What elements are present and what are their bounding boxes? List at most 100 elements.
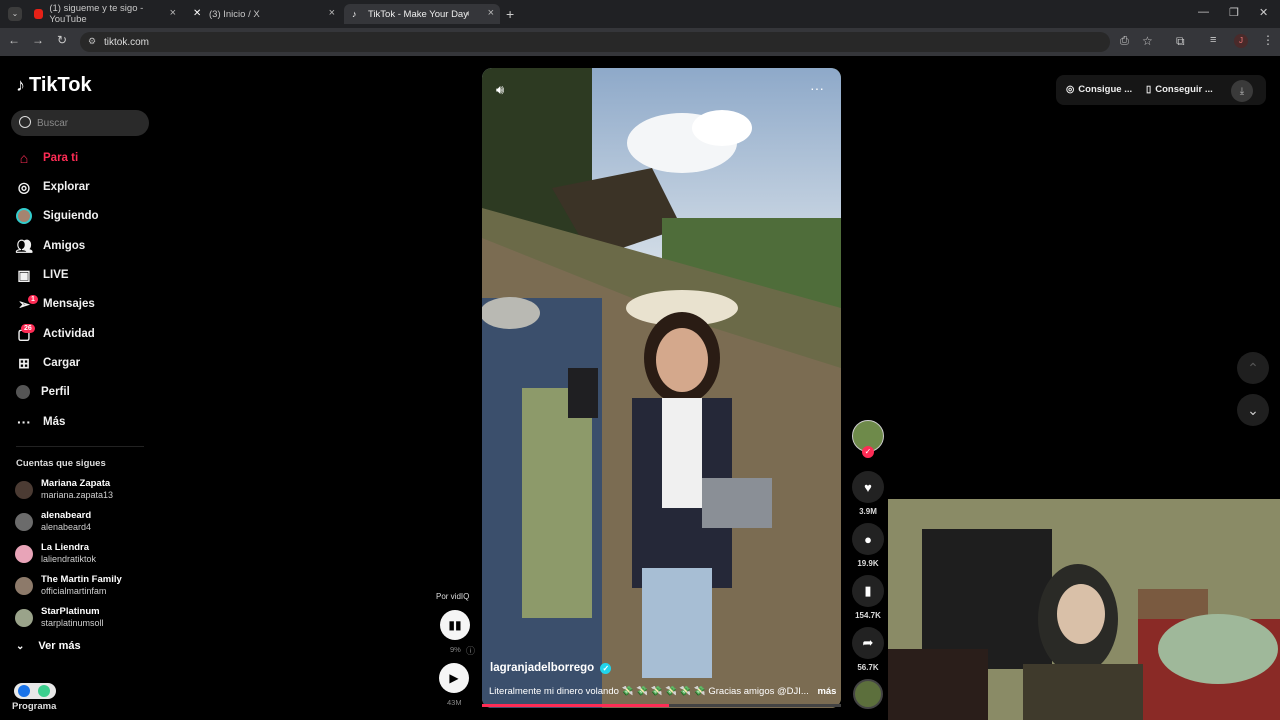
program-toggle[interactable] [14, 683, 56, 699]
close-tab-icon[interactable]: × [170, 7, 176, 19]
activity-badge: 26 [21, 324, 35, 333]
forward-button[interactable]: → [30, 33, 46, 47]
next-video-button[interactable]: ⌄ [1237, 394, 1269, 426]
get-app-button[interactable]: ▯ Conseguir ... [1146, 84, 1213, 95]
video-player[interactable]: 🔊︎ ··· [482, 68, 841, 708]
bookmark-star-icon[interactable]: ☆ [1142, 34, 1153, 48]
tiktok-note-icon: ♪ [16, 75, 25, 95]
friends-icon: 👥︎ [15, 237, 33, 254]
x-icon: ✕ [193, 8, 202, 19]
live-icon: ▣ [17, 266, 31, 283]
save-button[interactable]: ▮ [852, 575, 884, 607]
previous-video-button[interactable]: ⌃ [1237, 352, 1269, 384]
tab-audio-icon[interactable]: 🔈︎ [466, 8, 471, 19]
restore-button[interactable]: ❐ [1229, 6, 1239, 19]
close-tab-icon[interactable]: × [488, 7, 494, 19]
tab-list-button[interactable]: ⌄ [8, 7, 22, 21]
extensions-icon[interactable]: ⧉ [1176, 34, 1185, 49]
nav-explorar[interactable]: ◎ Explorar [16, 177, 90, 197]
like-count: 3.9M [859, 507, 877, 516]
install-app-icon[interactable]: ⎙ [1120, 35, 1129, 48]
following-account[interactable]: The Martin Family officialmartinfam [15, 572, 155, 600]
address-bar[interactable]: ⚙ tiktok.com [80, 32, 1110, 52]
chevron-down-icon: ⌄ [1247, 401, 1259, 418]
media-control-icon[interactable]: ≡ [1210, 34, 1216, 46]
following-account[interactable]: Mariana Zapata mariana.zapata13 [15, 476, 155, 504]
tab-youtube[interactable]: (1) sigueme y te sigo - YouTube × [26, 3, 182, 25]
youtube-icon [34, 9, 44, 19]
share-button[interactable]: ➦ [852, 627, 884, 659]
avatar [15, 609, 33, 627]
home-icon: ⌂ [19, 150, 29, 166]
save-count: 154.7K [855, 611, 881, 620]
nav-amigos[interactable]: 👥︎ Amigos [15, 236, 85, 256]
search-input[interactable]: Buscar [11, 110, 149, 136]
share-icon: ➦ [862, 635, 874, 650]
tiktok-icon: ♪ [352, 9, 357, 19]
avatar [15, 513, 33, 531]
site-info-icon[interactable]: ⚙ [88, 36, 96, 47]
vidiq-views: 43M [447, 698, 462, 707]
profile-avatar[interactable]: J [1234, 34, 1248, 48]
volume-icon[interactable]: 🔊︎ [496, 82, 504, 98]
play-button[interactable]: ▶ [439, 663, 469, 693]
nav-mas[interactable]: ··· Más [16, 412, 65, 432]
video-username[interactable]: lagranjadelborrego ✓ [490, 662, 612, 674]
video-progress-fill [482, 704, 669, 707]
browser-menu-icon[interactable]: ⋮ [1262, 33, 1274, 47]
chevron-down-icon: ⌄ [16, 640, 25, 652]
following-account[interactable]: StarPlatinum starplatinumsoll [15, 604, 155, 632]
following-avatar-icon [16, 208, 32, 224]
comment-icon: ● [864, 531, 872, 547]
back-button[interactable]: ← [6, 33, 22, 47]
download-icon[interactable]: ⤓ [1231, 80, 1253, 102]
heart-icon: ♥ [864, 479, 872, 495]
like-button[interactable]: ♥ [852, 471, 884, 503]
nav-para-ti[interactable]: ⌂ Para ti [16, 148, 78, 168]
comment-count: 19.9K [857, 559, 879, 568]
phone-icon: ▯ [1146, 84, 1152, 95]
play-icon: ▶ [449, 671, 459, 685]
program-widget[interactable]: Programa [12, 683, 56, 713]
minimize-button[interactable]: — [1198, 6, 1209, 18]
more-options-icon[interactable]: ··· [810, 80, 824, 96]
share-count: 56.7K [857, 663, 879, 672]
see-more-button[interactable]: ⌄ Ver más [16, 640, 81, 652]
info-icon[interactable]: ⓘ [466, 644, 475, 657]
chevron-up-icon: ⌃ [1247, 359, 1259, 376]
close-window-button[interactable]: ✕ [1259, 6, 1268, 19]
video-caption: Literalmente mi dinero volando 💸 💸 💸 💸 💸… [489, 686, 837, 697]
comment-button[interactable]: ● [852, 523, 884, 555]
following-section-title: Cuentas que sigues [16, 458, 106, 469]
bookmark-icon: ▮ [864, 583, 872, 598]
nav-perfil[interactable]: Perfil [16, 382, 70, 402]
profile-icon [16, 385, 30, 399]
nav-cargar[interactable]: ⊞ Cargar [16, 353, 80, 373]
tab-tiktok[interactable]: ♪ TikTok - Make Your Day 🔈︎ × [344, 4, 500, 24]
nav-live[interactable]: ▣ LIVE [16, 265, 68, 285]
tiktok-logo[interactable]: ♪ TikTok [16, 74, 92, 97]
reload-button[interactable]: ↻ [54, 33, 70, 47]
upload-icon: ⊞ [18, 354, 30, 371]
bar-chart-icon: ▮▮ [448, 618, 462, 632]
vidiq-percent: 9% [450, 645, 461, 654]
program-icon [18, 685, 30, 697]
follow-plus-icon[interactable]: ✓ [862, 446, 874, 458]
close-tab-icon[interactable]: × [329, 7, 335, 19]
messages-badge: 1 [28, 295, 38, 304]
sound-disc[interactable] [853, 679, 883, 709]
new-tab-button[interactable]: + [506, 6, 514, 22]
nav-siguiendo[interactable]: Siguiendo [16, 206, 99, 226]
vidiq-stats-button[interactable]: ▮▮ [440, 610, 470, 640]
get-coins-button[interactable]: ◎ Consigue ... [1066, 84, 1132, 95]
search-icon [19, 116, 31, 128]
following-account[interactable]: La Liendra laliendratiktok [15, 540, 155, 568]
more-icon: ··· [17, 414, 31, 430]
webcam-overlay [888, 499, 1280, 720]
caption-more-link[interactable]: más [817, 686, 836, 697]
video-progress-bar[interactable] [482, 704, 841, 707]
compass-icon: ◎ [17, 178, 31, 195]
vidiq-label: Por vidIQ [436, 592, 470, 601]
tab-x[interactable]: ✕ (3) Inicio / X × [185, 4, 341, 24]
following-account[interactable]: alenabeard alenabeard4 [15, 508, 155, 536]
